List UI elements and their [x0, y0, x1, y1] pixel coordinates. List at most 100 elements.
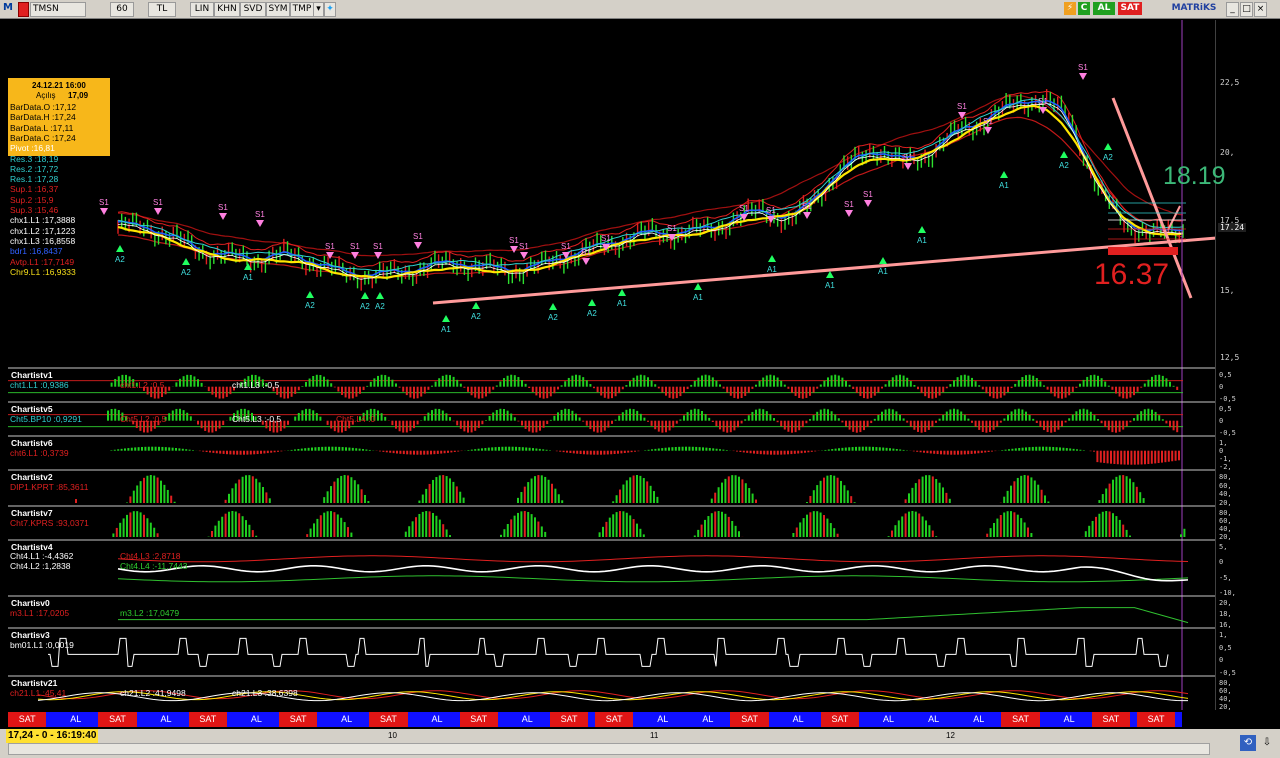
- signal-bar: SAT AL SAT AL SAT AL SAT AL SAT AL SAT AL SAT SAT AL AL…: [8, 712, 1182, 727]
- panel-axis-tick: 0,5: [1219, 371, 1232, 379]
- horizontal-scrollbar[interactable]: [8, 743, 1210, 755]
- sell-segment: SAT: [820, 712, 860, 727]
- sell-signal-label: S1: [844, 200, 854, 209]
- buy-arrow-icon: [361, 292, 369, 299]
- buy-signal-label: A2: [587, 309, 597, 318]
- chart-toolbar: M TMSN 60 TL LIN KHN SVD SYM TMP ▾ ✦ ⚡ C…: [0, 0, 1280, 19]
- close-icon[interactable]: ×: [1254, 2, 1267, 17]
- panel-axis-tick: 0: [1219, 656, 1224, 665]
- chart-type-icon[interactable]: [18, 2, 29, 17]
- panel-title: Chartistv2: [11, 472, 53, 482]
- tmp-button[interactable]: TMP: [290, 2, 314, 17]
- sell-segment: SAT: [1091, 712, 1131, 727]
- panel-axis-tick: -2,: [1219, 463, 1232, 471]
- sell-segment: SAT: [1001, 712, 1040, 727]
- buy-arrow-icon: [182, 258, 190, 265]
- panel-axis-tick: 80,: [1219, 679, 1232, 687]
- app-logo-icon: M: [3, 2, 13, 13]
- buy-signal-label: A1: [617, 299, 627, 308]
- sell-signal-label: S1: [957, 102, 967, 111]
- axis-tick: 22,5: [1220, 78, 1240, 87]
- buy-signal-label: A1: [767, 265, 777, 274]
- panel-value: Cht4.L4 :-11,7443: [120, 561, 188, 571]
- sat-button[interactable]: SAT: [1118, 2, 1142, 15]
- svd-button[interactable]: SVD: [240, 2, 266, 17]
- sell-segment: SAT: [369, 712, 408, 727]
- period-field[interactable]: 60: [110, 2, 134, 17]
- sell-segment: SAT: [595, 712, 634, 727]
- settings-icon[interactable]: ⟲: [1240, 735, 1256, 751]
- sell-segment: SAT: [188, 712, 227, 727]
- panel-axis-tick: 1,: [1219, 439, 1228, 447]
- sell-arrow-icon: [100, 208, 108, 215]
- date-label: 11: [650, 731, 659, 740]
- panel-axis-tick: 5,: [1219, 543, 1228, 551]
- buy-signal-label: A2: [115, 255, 125, 264]
- indicator-line: [117, 99, 1183, 278]
- sell-arrow-icon: [219, 213, 227, 220]
- legend-item: Sup.2 :15,9: [10, 194, 54, 205]
- sell-signal-label: S1: [601, 234, 611, 243]
- maximize-icon[interactable]: □: [1240, 2, 1253, 17]
- panel-value: m3.L1 :17,0205: [10, 608, 70, 618]
- legend-item: BarData.L :17,11: [10, 122, 74, 133]
- date-label: 10: [388, 731, 397, 740]
- buy-arrow-icon: [376, 292, 384, 299]
- twitter-icon[interactable]: ✦: [324, 2, 336, 17]
- sell-signal-label: S1: [1038, 97, 1048, 106]
- lin-button[interactable]: LIN: [190, 2, 214, 17]
- price-chart[interactable]: S1 S1 S1 S1 S1 S1 S1 S1 S1 S1 S1 S1 S1 S1 S1 S1 S1 S1 S1 S1…: [8, 20, 1215, 710]
- legend-item: Avtp.L1 :17,7149: [10, 256, 75, 267]
- buy-segment: AL: [1063, 714, 1075, 724]
- panel-value: cht6.L1 :0,3739: [10, 448, 69, 458]
- panel-title: Chartistv1: [11, 370, 53, 380]
- legend-item: Res.1 :17,28: [10, 174, 59, 185]
- panel-axis-tick: 0: [1219, 447, 1224, 455]
- status-bar: 17,24 - 0 - 16:19:40 10 11 12 ⟲ ⇩: [0, 729, 1280, 758]
- sell-signal-label: S1: [581, 248, 591, 257]
- panel-value: ch21.L2 :41,9498: [120, 688, 186, 698]
- legend-item: Sup.1 :16,37: [10, 184, 59, 195]
- khn-button[interactable]: KHN: [214, 2, 240, 17]
- panel-value: Cht5.L2 :0,5: [120, 414, 167, 424]
- info-date: 24.12.21 16:00: [32, 81, 86, 90]
- symbol-field[interactable]: TMSN: [30, 2, 86, 17]
- sell-arrow-icon: [1079, 73, 1087, 80]
- buy-arrow-icon: [116, 245, 124, 252]
- lightning-icon[interactable]: ⚡: [1064, 2, 1076, 15]
- date-label: 12: [946, 731, 955, 740]
- legend-item: chx1.L2 :17,1223: [10, 225, 76, 236]
- indicator-panel: [8, 408, 1183, 433]
- target-up-label: 18.19: [1163, 162, 1226, 190]
- buy-segment: AL: [657, 714, 669, 724]
- buy-arrow-icon: [618, 289, 626, 296]
- sym-button[interactable]: SYM: [266, 2, 290, 17]
- legend-item: Res.2 :17,72: [10, 163, 59, 174]
- minimize-icon[interactable]: _: [1226, 2, 1239, 17]
- page-down-icon[interactable]: ⇩: [1260, 735, 1274, 751]
- panel-axis-tick: 0: [1219, 558, 1224, 567]
- buy-segment: AL: [792, 714, 804, 724]
- panel-value: cht1.L3 :-0,5: [232, 380, 280, 390]
- legend-item: chx1.L1 :17,3888: [10, 215, 76, 226]
- sell-arrow-icon: [984, 127, 992, 134]
- sell-signal-label: S1: [509, 236, 519, 245]
- refresh-icon[interactable]: C: [1078, 2, 1090, 15]
- buy-segment: AL: [341, 714, 353, 724]
- panel-axis-tick: 60,: [1219, 481, 1232, 490]
- buy-arrow-icon: [442, 315, 450, 322]
- panel-title: Chartistv5: [11, 404, 53, 414]
- al-button[interactable]: AL: [1093, 2, 1115, 15]
- axis-tick: 15,: [1220, 286, 1235, 295]
- dropdown-chevron-icon[interactable]: ▾: [313, 2, 324, 17]
- buy-signal-label: A1: [825, 281, 835, 290]
- sell-arrow-icon: [845, 210, 853, 217]
- sell-arrow-icon: [582, 258, 590, 265]
- axis-tick: 20,: [1220, 148, 1235, 157]
- buy-signal-label: A1: [999, 181, 1009, 190]
- sell-arrow-icon: [904, 163, 912, 170]
- panel-axis-tick: 18,: [1219, 610, 1232, 618]
- currency-field[interactable]: TL: [148, 2, 176, 17]
- indicator-panel: [112, 511, 1186, 537]
- panel-axis-tick: 20,: [1219, 499, 1232, 507]
